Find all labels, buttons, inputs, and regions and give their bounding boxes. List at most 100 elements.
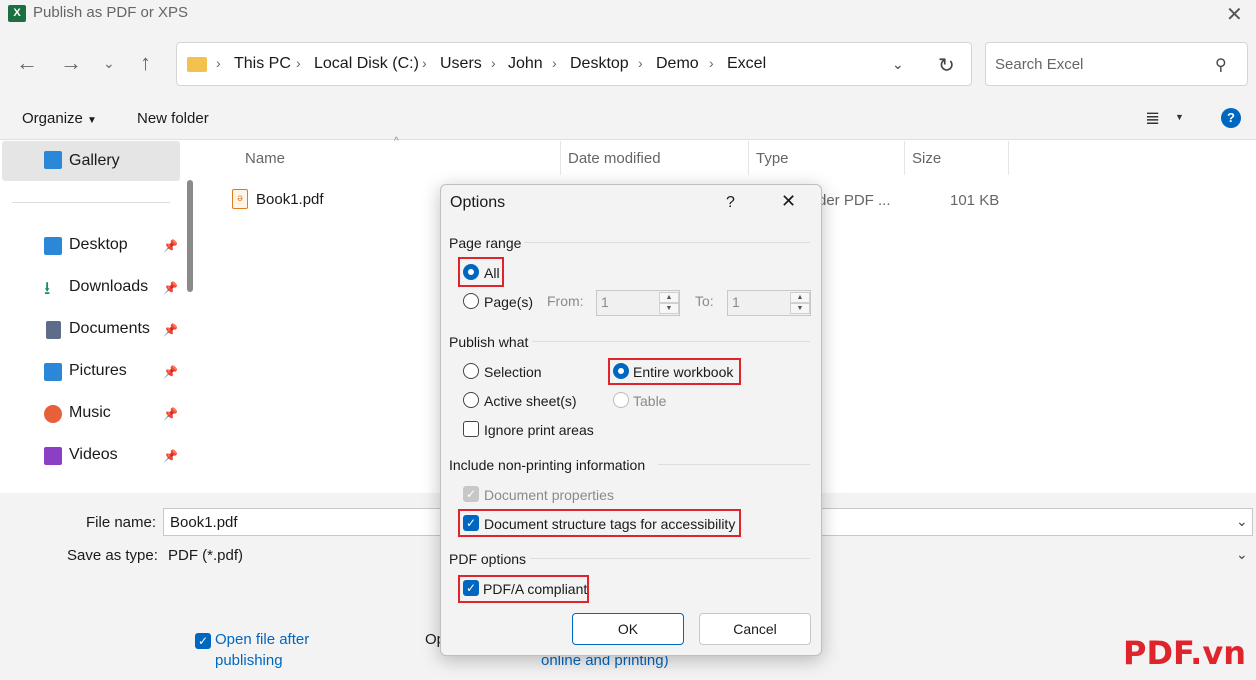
breadcrumb-desktop[interactable]: Desktop [570,55,629,73]
view-list-icon[interactable]: ≣ [1145,108,1160,129]
organize-label: Organize [22,110,83,127]
column-divider[interactable] [904,141,905,175]
to-label: To: [695,293,714,309]
breadcrumb-excel[interactable]: Excel [727,55,766,73]
column-header-type[interactable]: Type [756,150,789,167]
page-range-all-label: All [484,265,500,281]
breadcrumb-users[interactable]: Users [440,55,482,73]
refresh-icon[interactable]: ↻ [938,53,955,78]
file-name-value: Book1.pdf [170,514,238,531]
dialog-help-button[interactable]: ? [726,194,735,212]
breadcrumb-john[interactable]: John [508,55,543,73]
nav-scrollbar[interactable] [187,180,193,292]
music-icon [44,405,62,423]
sidebar-item-label: Desktop [69,236,128,253]
download-icon: ⭳ [44,278,51,298]
desktop-icon [44,237,62,255]
column-header-name[interactable]: Name [245,150,285,167]
breadcrumb-local-disk[interactable]: Local Disk (C:) [314,55,419,73]
breadcrumb-demo[interactable]: Demo [656,55,699,73]
breadcrumb-separator-icon: › [552,55,557,71]
sidebar-item-label: Downloads [69,278,149,295]
recent-chevron-icon[interactable]: ⌄ [103,55,115,72]
column-divider[interactable] [560,141,561,175]
active-sheets-radio[interactable] [463,392,479,408]
page-range-pages-label: Page(s) [484,294,534,310]
up-arrow-icon[interactable]: ↑ [140,50,151,76]
column-header-size[interactable]: Size [912,150,941,167]
pin-icon: 📌 [163,239,178,253]
ok-button[interactable]: OK [572,613,684,645]
sidebar-item-label: Gallery [69,152,120,169]
ignore-print-areas-checkbox[interactable] [463,421,479,437]
breadcrumb-separator-icon: › [296,55,301,71]
non-printing-heading: Include non-printing information [449,457,646,473]
save-type-value: PDF (*.pdf) [168,547,244,564]
videos-icon [44,447,62,465]
group-divider [530,558,810,559]
table-radio [613,392,629,408]
folder-icon [187,57,207,72]
pin-icon: 📌 [163,407,178,421]
save-type-dropdown-icon[interactable]: ⌄ [1236,546,1248,563]
group-divider [532,341,810,342]
help-icon[interactable]: ? [1221,108,1241,128]
to-down-icon[interactable]: ▼ [790,303,810,314]
entire-workbook-radio[interactable] [613,363,629,379]
search-icon[interactable]: ⚲ [1215,55,1227,75]
sidebar-item-label: Documents [69,320,150,337]
gallery-icon [44,151,62,169]
pdfa-compliant-label: PDF/A compliant [483,581,588,597]
open-after-publishing-checkbox[interactable]: ✓ [195,633,211,649]
document-structure-tags-checkbox[interactable]: ✓ [463,515,479,531]
forward-arrow-icon[interactable]: → [60,50,82,76]
column-divider[interactable] [748,141,749,175]
open-after-label-line2: publishing [215,652,283,669]
breadcrumb-separator-icon: › [638,55,643,71]
from-label: From: [547,293,584,309]
back-arrow-icon[interactable]: ← [16,50,38,76]
page-range-pages-radio[interactable] [463,293,479,309]
file-name-label: File name: [86,514,157,531]
cancel-button[interactable]: Cancel [699,613,811,645]
caret-down-icon: ▼ [87,115,97,126]
document-properties-label: Document properties [484,487,614,503]
save-type-label: Save as type: [67,547,158,564]
title-bar [0,0,1256,28]
breadcrumb-separator-icon: › [422,55,427,71]
document-icon [46,321,61,339]
new-folder-button[interactable]: New folder [137,110,209,127]
pictures-icon [44,363,62,381]
window-close-icon[interactable]: ✕ [1226,2,1243,27]
open-after-label-line1: Open file after [215,631,310,648]
pin-icon: 📌 [163,365,178,379]
table-label: Table [633,393,667,409]
breadcrumb-this-pc[interactable]: This PC [234,55,291,73]
pdf-file-icon: ǝ [232,189,248,209]
page-range-heading: Page range [449,235,522,251]
column-header-date[interactable]: Date modified [568,150,661,167]
from-down-icon[interactable]: ▼ [659,303,679,314]
file-name: Book1.pdf [256,191,324,208]
file-name-dropdown-icon[interactable]: ⌄ [1236,513,1248,530]
selection-radio[interactable] [463,363,479,379]
column-divider[interactable] [1008,141,1009,175]
sidebar-item-label: Pictures [69,362,127,379]
view-options-caret-icon[interactable]: ▼ [1175,112,1184,122]
organize-button[interactable]: Organize ▼ [22,110,97,127]
window-title: Publish as PDF or XPS [33,4,189,21]
document-properties-checkbox: ✓ [463,486,479,502]
active-sheets-label: Active sheet(s) [484,393,577,409]
page-range-all-radio[interactable] [463,264,479,280]
pdf-options-heading: PDF options [449,551,527,567]
pdfa-compliant-checkbox[interactable]: ✓ [463,580,479,596]
breadcrumb-separator-icon: › [491,55,496,71]
to-up-icon[interactable]: ▲ [790,292,810,303]
document-structure-tags-label: Document structure tags for accessibilit… [484,516,736,532]
search-placeholder: Search Excel [995,56,1084,73]
from-up-icon[interactable]: ▲ [659,292,679,303]
address-dropdown-icon[interactable]: ⌄ [892,56,904,73]
pin-icon: 📌 [163,281,178,295]
dialog-close-icon[interactable]: ✕ [781,191,796,212]
group-divider [658,464,810,465]
